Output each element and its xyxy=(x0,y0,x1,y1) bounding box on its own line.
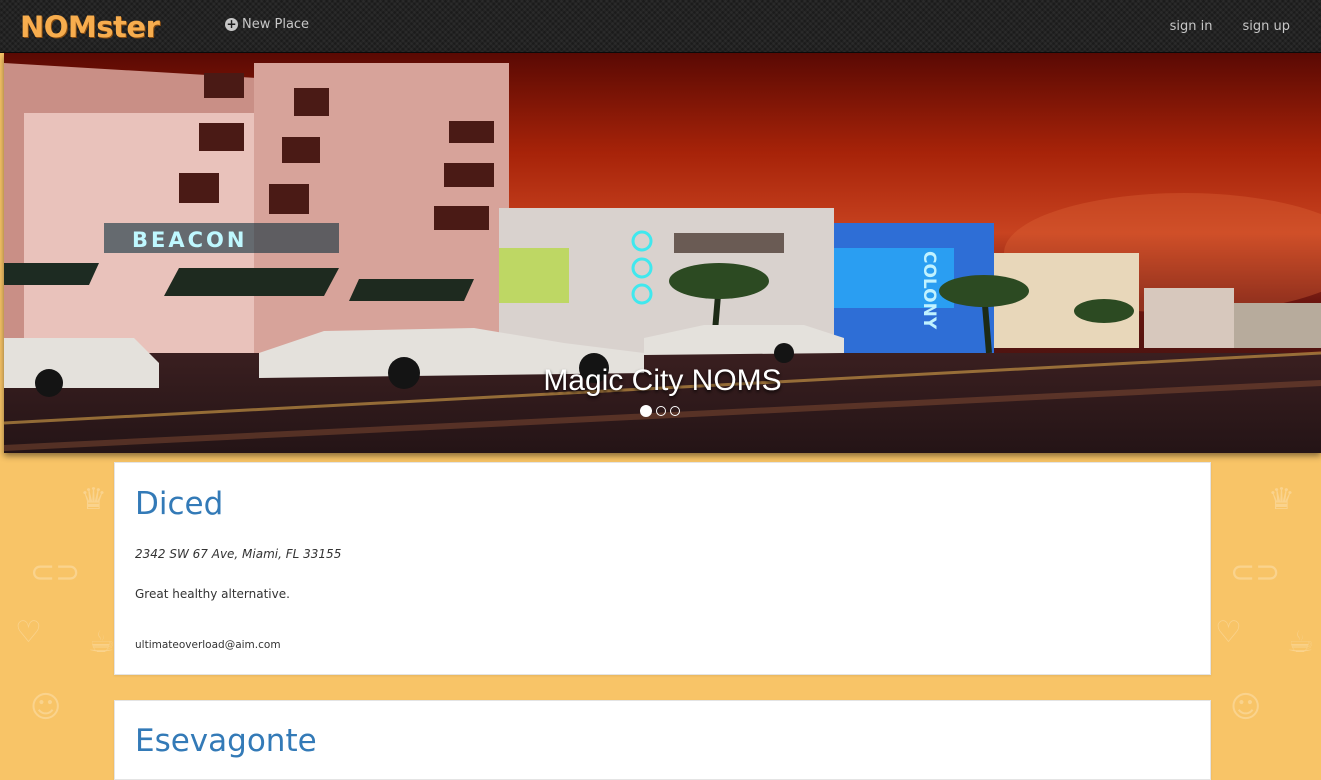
carousel-indicators xyxy=(640,405,680,417)
hotdog-icon: ⊂⊃ xyxy=(1230,555,1281,590)
sign-in-link[interactable]: sign in xyxy=(1170,19,1213,34)
carousel-caption: Magic City NOMS xyxy=(543,364,782,397)
place-name-link[interactable]: Diced xyxy=(135,486,223,522)
navbar: NOMster + New Place sign in sign up xyxy=(0,0,1321,53)
teapot-icon: ☕ xyxy=(1287,625,1314,660)
new-place-link[interactable]: + New Place xyxy=(225,17,309,32)
sign-up-link[interactable]: sign up xyxy=(1243,19,1291,34)
beacon-sign-text: BEACON xyxy=(132,228,247,252)
place-card: Diced 2342 SW 67 Ave, Miami, FL 33155 Gr… xyxy=(114,462,1211,675)
chef-hat-icon: ♛ xyxy=(80,482,107,517)
place-address: 2342 SW 67 Ave, Miami, FL 33155 xyxy=(135,547,342,561)
place-description: Great healthy alternative. xyxy=(135,587,290,601)
new-place-label: New Place xyxy=(242,17,310,32)
place-name-link[interactable]: Esevagonte xyxy=(135,723,317,759)
teapot-icon: ☕ xyxy=(88,625,115,660)
hero-carousel[interactable]: BEACON COLONY Magic City NOMS xyxy=(4,53,1321,453)
heart-icon: ♡ xyxy=(15,615,42,650)
colony-sign-text: COLONY xyxy=(919,251,939,330)
plus-circle-icon: + xyxy=(225,17,238,31)
carousel-dot-1[interactable] xyxy=(640,405,652,417)
smiley-icon: ☺ xyxy=(1230,690,1262,725)
place-owner-email: ultimateoverload@aim.com xyxy=(135,639,281,651)
auth-links: sign in sign up xyxy=(1170,19,1290,34)
carousel-dot-2[interactable] xyxy=(656,406,666,416)
brand-logo[interactable]: NOMster xyxy=(20,9,160,45)
chef-hat-icon: ♛ xyxy=(1268,482,1295,517)
smiley-icon: ☺ xyxy=(30,690,62,725)
hotdog-icon: ⊂⊃ xyxy=(30,555,81,590)
carousel-dot-3[interactable] xyxy=(670,406,680,416)
place-card: Esevagonte xyxy=(114,700,1211,780)
heart-icon: ♡ xyxy=(1215,615,1242,650)
